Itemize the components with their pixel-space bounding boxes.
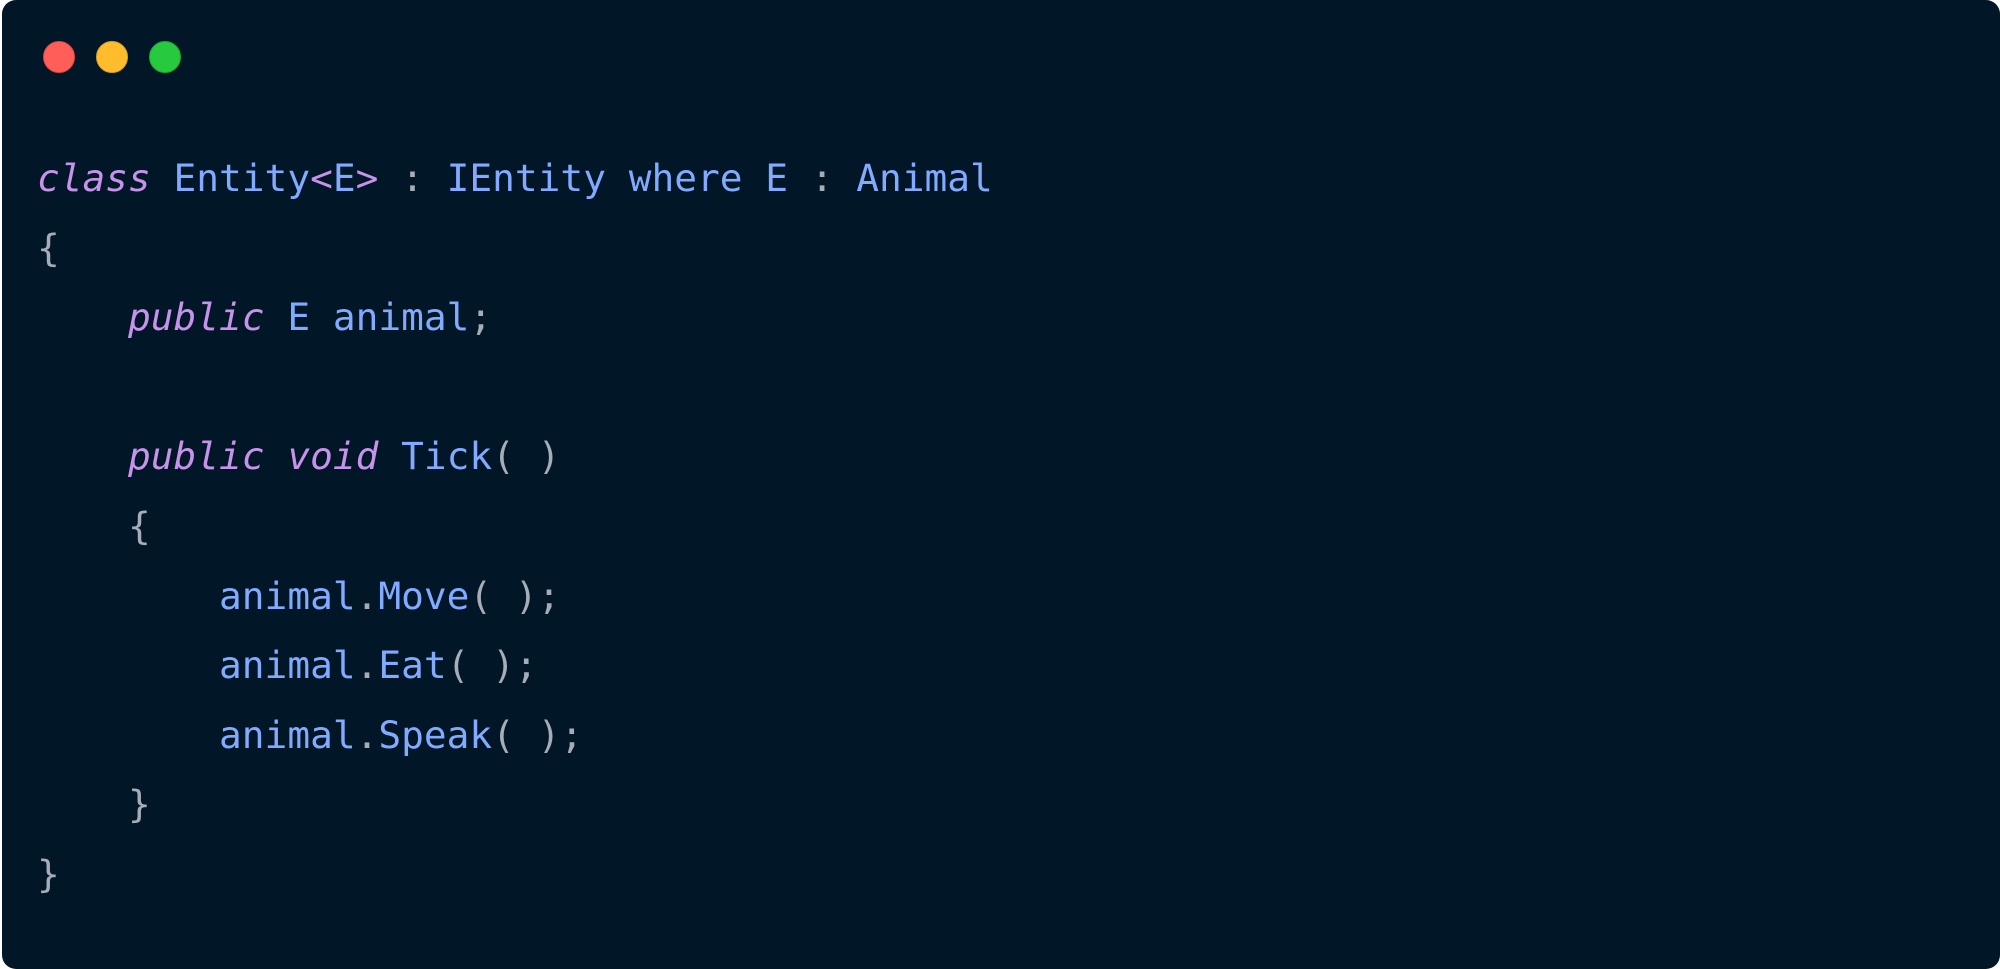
identifier-token: animal xyxy=(219,573,356,618)
identifier-token: Animal xyxy=(833,156,993,200)
identifier-token: Move xyxy=(378,573,470,618)
identifier-token: Entity xyxy=(150,156,311,200)
keyword-token: public xyxy=(128,434,265,479)
punctuation-token: ; xyxy=(469,295,493,340)
punctuation-token: ( ); xyxy=(492,712,584,757)
identifier-token: IEntity where E xyxy=(446,156,811,200)
punctuation-token xyxy=(37,574,219,618)
code-line: } xyxy=(37,840,993,910)
punctuation-token xyxy=(37,643,219,687)
identifier-token: Eat xyxy=(378,643,447,688)
punctuation-token: . xyxy=(355,712,379,757)
punctuation-token: ( ); xyxy=(469,573,561,618)
punctuation-token: : xyxy=(378,156,447,200)
punctuation-token: ( ); xyxy=(446,643,538,688)
zoom-dot-icon[interactable] xyxy=(149,41,181,73)
punctuation-token: } xyxy=(37,851,60,896)
code-line: } xyxy=(37,770,993,840)
punctuation-token: : xyxy=(810,156,834,200)
code-line: { xyxy=(37,492,993,562)
identifier-token: Speak xyxy=(378,712,493,757)
identifier-token: Tick xyxy=(378,434,493,479)
punctuation-token: { xyxy=(37,503,151,548)
operator-token: > xyxy=(355,156,379,200)
minimize-dot-icon[interactable] xyxy=(96,41,128,73)
punctuation-token xyxy=(37,713,219,757)
close-dot-icon[interactable] xyxy=(43,41,75,73)
code-line: animal.Move( ); xyxy=(37,562,993,632)
keyword-token: public xyxy=(128,295,265,340)
code-line: animal.Eat( ); xyxy=(37,631,993,701)
code-window: class Entity<E> : IEntity where E : Anim… xyxy=(2,0,2000,969)
punctuation-token: { xyxy=(37,225,60,270)
code-line: public void Tick( ) xyxy=(37,422,993,492)
identifier-token: E animal xyxy=(264,295,470,340)
operator-token: < xyxy=(310,156,333,200)
identifier-token: E xyxy=(332,156,356,200)
code-block: class Entity<E> : IEntity where E : Anim… xyxy=(37,144,993,910)
code-line: class Entity<E> : IEntity where E : Anim… xyxy=(37,144,993,214)
punctuation-token: . xyxy=(355,573,379,618)
punctuation-token xyxy=(37,295,128,339)
identifier-token: animal xyxy=(219,643,356,688)
keyword-token: void xyxy=(287,434,379,479)
punctuation-token xyxy=(37,434,128,478)
code-line: animal.Speak( ); xyxy=(37,701,993,771)
identifier-token: animal xyxy=(219,712,356,757)
window-controls xyxy=(43,41,181,73)
punctuation-token xyxy=(265,434,288,478)
punctuation-token: } xyxy=(37,782,151,827)
code-line: public E animal; xyxy=(37,283,993,353)
punctuation-token: ( ) xyxy=(492,434,561,479)
punctuation-token: . xyxy=(355,643,379,688)
code-line: { xyxy=(37,214,993,284)
keyword-token: class xyxy=(37,156,151,200)
